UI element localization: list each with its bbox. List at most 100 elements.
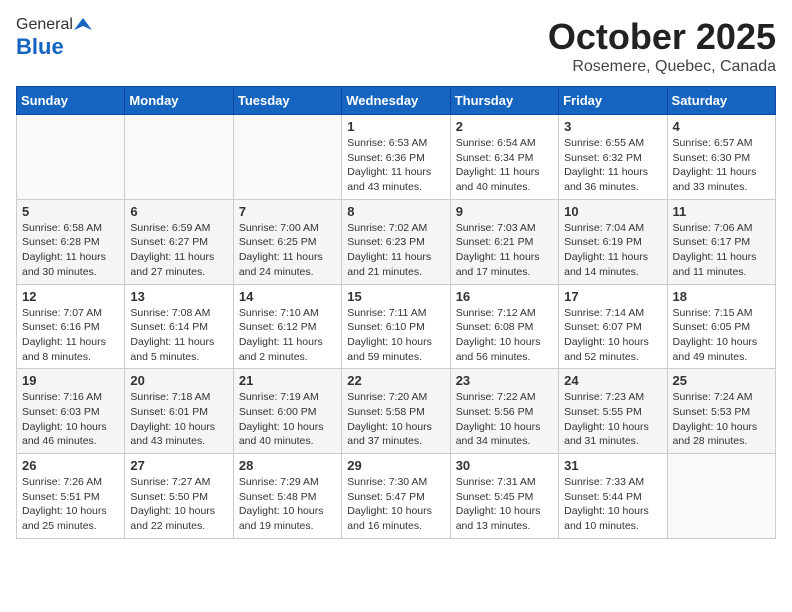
weekday-header-saturday: Saturday [667, 87, 775, 115]
day-number: 4 [673, 119, 770, 134]
calendar-week-row: 12 Sunrise: 7:07 AM Sunset: 6:16 PM Dayli… [17, 284, 776, 369]
calendar-day-cell: 23Sunrise: 7:22 AM Sunset: 5:56 PM Dayli… [450, 369, 558, 454]
day-info: Sunrise: 6:58 AM Sunset: 6:28 PM Dayligh… [22, 221, 119, 280]
calendar-day-cell: 20 Sunrise: 7:18 AM Sunset: 6:01 PM Dayli… [125, 369, 233, 454]
weekday-header-wednesday: Wednesday [342, 87, 450, 115]
weekday-header-friday: Friday [559, 87, 667, 115]
day-info: Sunrise: 7:30 AM Sunset: 5:47 PM Dayligh… [347, 475, 444, 534]
day-number: 1 [347, 119, 444, 134]
day-info: Sunrise: 7:04 AM Sunset: 6:19 PM Dayligh… [564, 221, 661, 280]
day-number: 7 [239, 204, 336, 219]
calendar-day-cell: 1 Sunrise: 6:53 AM Sunset: 6:36 PM Daylig… [342, 115, 450, 200]
day-info: Sunrise: 7:15 AM Sunset: 6:05 PM Dayligh… [673, 306, 770, 365]
empty-day-cell [667, 454, 775, 539]
calendar-day-cell: 17 Sunrise: 7:14 AM Sunset: 6:07 PM Dayli… [559, 284, 667, 369]
day-info: Sunrise: 7:06 AM Sunset: 6:17 PM Dayligh… [673, 221, 770, 280]
calendar-day-cell: 28Sunrise: 7:29 AM Sunset: 5:48 PM Dayli… [233, 454, 341, 539]
calendar-day-cell: 10 Sunrise: 7:04 AM Sunset: 6:19 PM Dayli… [559, 199, 667, 284]
weekday-header-sunday: Sunday [17, 87, 125, 115]
calendar-day-cell: 9 Sunrise: 7:03 AM Sunset: 6:21 PM Daylig… [450, 199, 558, 284]
day-number: 5 [22, 204, 119, 219]
day-info: Sunrise: 7:08 AM Sunset: 6:14 PM Dayligh… [130, 306, 227, 365]
calendar-day-cell: 19 Sunrise: 7:16 AM Sunset: 6:03 PM Dayli… [17, 369, 125, 454]
day-number: 17 [564, 289, 661, 304]
calendar-week-row: 5 Sunrise: 6:58 AM Sunset: 6:28 PM Daylig… [17, 199, 776, 284]
day-info: Sunrise: 7:07 AM Sunset: 6:16 PM Dayligh… [22, 306, 119, 365]
day-info: Sunrise: 7:20 AM Sunset: 5:58 PM Dayligh… [347, 390, 444, 449]
day-number: 16 [456, 289, 553, 304]
day-info: Sunrise: 7:14 AM Sunset: 6:07 PM Dayligh… [564, 306, 661, 365]
day-number: 26 [22, 458, 119, 473]
day-number: 21 [239, 373, 336, 388]
calendar-day-cell: 5 Sunrise: 6:58 AM Sunset: 6:28 PM Daylig… [17, 199, 125, 284]
calendar-table: SundayMondayTuesdayWednesdayThursdayFrid… [16, 86, 776, 539]
calendar-day-cell: 13 Sunrise: 7:08 AM Sunset: 6:14 PM Dayli… [125, 284, 233, 369]
day-info: Sunrise: 7:33 AM Sunset: 5:44 PM Dayligh… [564, 475, 661, 534]
calendar-day-cell: 2 Sunrise: 6:54 AM Sunset: 6:34 PM Daylig… [450, 115, 558, 200]
day-number: 25 [673, 373, 770, 388]
day-number: 2 [456, 119, 553, 134]
day-info: Sunrise: 7:11 AM Sunset: 6:10 PM Dayligh… [347, 306, 444, 365]
day-number: 22 [347, 373, 444, 388]
day-info: Sunrise: 7:23 AM Sunset: 5:55 PM Dayligh… [564, 390, 661, 449]
day-info: Sunrise: 6:54 AM Sunset: 6:34 PM Dayligh… [456, 136, 553, 195]
day-info: Sunrise: 7:03 AM Sunset: 6:21 PM Dayligh… [456, 221, 553, 280]
day-info: Sunrise: 7:24 AM Sunset: 5:53 PM Dayligh… [673, 390, 770, 449]
empty-day-cell [233, 115, 341, 200]
calendar-day-cell: 26 Sunrise: 7:26 AM Sunset: 5:51 PM Dayli… [17, 454, 125, 539]
logo-bird-icon [74, 16, 92, 34]
day-info: Sunrise: 7:02 AM Sunset: 6:23 PM Dayligh… [347, 221, 444, 280]
weekday-header-row: SundayMondayTuesdayWednesdayThursdayFrid… [17, 87, 776, 115]
logo-blue-text: Blue [16, 34, 64, 60]
day-number: 9 [456, 204, 553, 219]
calendar-day-cell: 3 Sunrise: 6:55 AM Sunset: 6:32 PM Daylig… [559, 115, 667, 200]
day-info: Sunrise: 7:00 AM Sunset: 6:25 PM Dayligh… [239, 221, 336, 280]
empty-day-cell [17, 115, 125, 200]
day-number: 23 [456, 373, 553, 388]
day-number: 6 [130, 204, 227, 219]
day-info: Sunrise: 7:10 AM Sunset: 6:12 PM Dayligh… [239, 306, 336, 365]
calendar-day-cell: 21Sunrise: 7:19 AM Sunset: 6:00 PM Dayli… [233, 369, 341, 454]
day-number: 31 [564, 458, 661, 473]
calendar-day-cell: 31 Sunrise: 7:33 AM Sunset: 5:44 PM Dayli… [559, 454, 667, 539]
calendar-day-cell: 8 Sunrise: 7:02 AM Sunset: 6:23 PM Daylig… [342, 199, 450, 284]
calendar-day-cell: 18 Sunrise: 7:15 AM Sunset: 6:05 PM Dayli… [667, 284, 775, 369]
day-info: Sunrise: 7:18 AM Sunset: 6:01 PM Dayligh… [130, 390, 227, 449]
day-info: Sunrise: 7:16 AM Sunset: 6:03 PM Dayligh… [22, 390, 119, 449]
day-info: Sunrise: 7:27 AM Sunset: 5:50 PM Dayligh… [130, 475, 227, 534]
day-number: 12 [22, 289, 119, 304]
calendar-day-cell: 27Sunrise: 7:27 AM Sunset: 5:50 PM Dayli… [125, 454, 233, 539]
calendar-day-cell: 14Sunrise: 7:10 AM Sunset: 6:12 PM Dayli… [233, 284, 341, 369]
day-number: 24 [564, 373, 661, 388]
calendar-day-cell: 22 Sunrise: 7:20 AM Sunset: 5:58 PM Dayli… [342, 369, 450, 454]
day-info: Sunrise: 7:12 AM Sunset: 6:08 PM Dayligh… [456, 306, 553, 365]
calendar-day-cell: 4 Sunrise: 6:57 AM Sunset: 6:30 PM Daylig… [667, 115, 775, 200]
day-info: Sunrise: 6:53 AM Sunset: 6:36 PM Dayligh… [347, 136, 444, 195]
day-number: 20 [130, 373, 227, 388]
logo: General Blue [16, 16, 93, 60]
day-info: Sunrise: 7:26 AM Sunset: 5:51 PM Dayligh… [22, 475, 119, 534]
day-number: 10 [564, 204, 661, 219]
day-info: Sunrise: 6:57 AM Sunset: 6:30 PM Dayligh… [673, 136, 770, 195]
weekday-header-monday: Monday [125, 87, 233, 115]
day-number: 18 [673, 289, 770, 304]
day-number: 11 [673, 204, 770, 219]
day-number: 19 [22, 373, 119, 388]
day-info: Sunrise: 6:59 AM Sunset: 6:27 PM Dayligh… [130, 221, 227, 280]
day-number: 13 [130, 289, 227, 304]
calendar-week-row: 19 Sunrise: 7:16 AM Sunset: 6:03 PM Dayli… [17, 369, 776, 454]
calendar-day-cell: 7 Sunrise: 7:00 AM Sunset: 6:25 PM Daylig… [233, 199, 341, 284]
day-number: 3 [564, 119, 661, 134]
calendar-day-cell: 15 Sunrise: 7:11 AM Sunset: 6:10 PM Dayli… [342, 284, 450, 369]
calendar-day-cell: 11 Sunrise: 7:06 AM Sunset: 6:17 PM Dayli… [667, 199, 775, 284]
day-info: Sunrise: 6:55 AM Sunset: 6:32 PM Dayligh… [564, 136, 661, 195]
day-number: 8 [347, 204, 444, 219]
location: Rosemere, Quebec, Canada [548, 58, 776, 76]
calendar-week-row: 1 Sunrise: 6:53 AM Sunset: 6:36 PM Daylig… [17, 115, 776, 200]
calendar-day-cell: 12 Sunrise: 7:07 AM Sunset: 6:16 PM Dayli… [17, 284, 125, 369]
calendar-day-cell: 6 Sunrise: 6:59 AM Sunset: 6:27 PM Daylig… [125, 199, 233, 284]
day-number: 15 [347, 289, 444, 304]
title-area: October 2025 Rosemere, Quebec, Canada [548, 16, 776, 76]
day-number: 29 [347, 458, 444, 473]
calendar-day-cell: 30Sunrise: 7:31 AM Sunset: 5:45 PM Dayli… [450, 454, 558, 539]
